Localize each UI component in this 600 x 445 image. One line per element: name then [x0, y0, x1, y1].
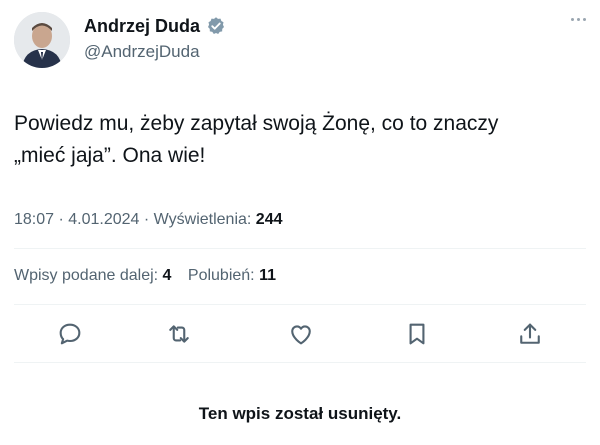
share-icon[interactable] — [516, 320, 544, 348]
reposts-count[interactable]: 4 — [163, 267, 172, 284]
action-bar — [0, 314, 600, 354]
avatar[interactable] — [14, 12, 70, 68]
divider — [14, 362, 586, 363]
views-count: 244 — [255, 211, 283, 228]
bookmark-icon[interactable] — [403, 320, 431, 348]
tweet-time[interactable]: 18:07 — [14, 211, 54, 228]
likes-label[interactable]: Polubień: — [188, 267, 255, 284]
deleted-notice: Ten wpis został usunięty. — [198, 404, 402, 423]
name-row: Andrzej Duda — [84, 14, 226, 38]
reply-icon[interactable] — [56, 320, 84, 348]
tweet-date[interactable]: 4.01.2024 — [68, 211, 139, 228]
divider — [14, 248, 586, 249]
tweet-text-line: Powiedz mu, żeby zapytał swoją Żonę, co … — [14, 112, 499, 135]
divider — [14, 304, 586, 305]
likes-count[interactable]: 11 — [259, 267, 276, 284]
views-label: Wyświetlenia: — [153, 211, 252, 228]
tweet-text: Powiedz mu, żeby zapytał swoją Żonę, co … — [14, 108, 586, 172]
more-options-icon[interactable] — [571, 18, 586, 21]
repost-icon[interactable] — [165, 320, 193, 348]
tweet-text-line: „mieć jaja”. Ona wie! — [14, 144, 206, 167]
verified-badge-icon — [206, 16, 226, 36]
tweet-card: Andrzej Duda @AndrzejDuda Powiedz mu, że… — [0, 0, 600, 445]
like-icon[interactable] — [287, 320, 315, 348]
tweet-meta: 18:07 · 4.01.2024 · Wyświetlenia: 244 — [14, 211, 283, 228]
reposts-label[interactable]: Wpisy podane dalej: — [14, 267, 158, 284]
display-name[interactable]: Andrzej Duda — [84, 14, 200, 38]
tweet-stats: Wpisy podane dalej: 4 Polubień: 11 — [14, 267, 288, 285]
user-handle[interactable]: @AndrzejDuda — [84, 42, 200, 62]
